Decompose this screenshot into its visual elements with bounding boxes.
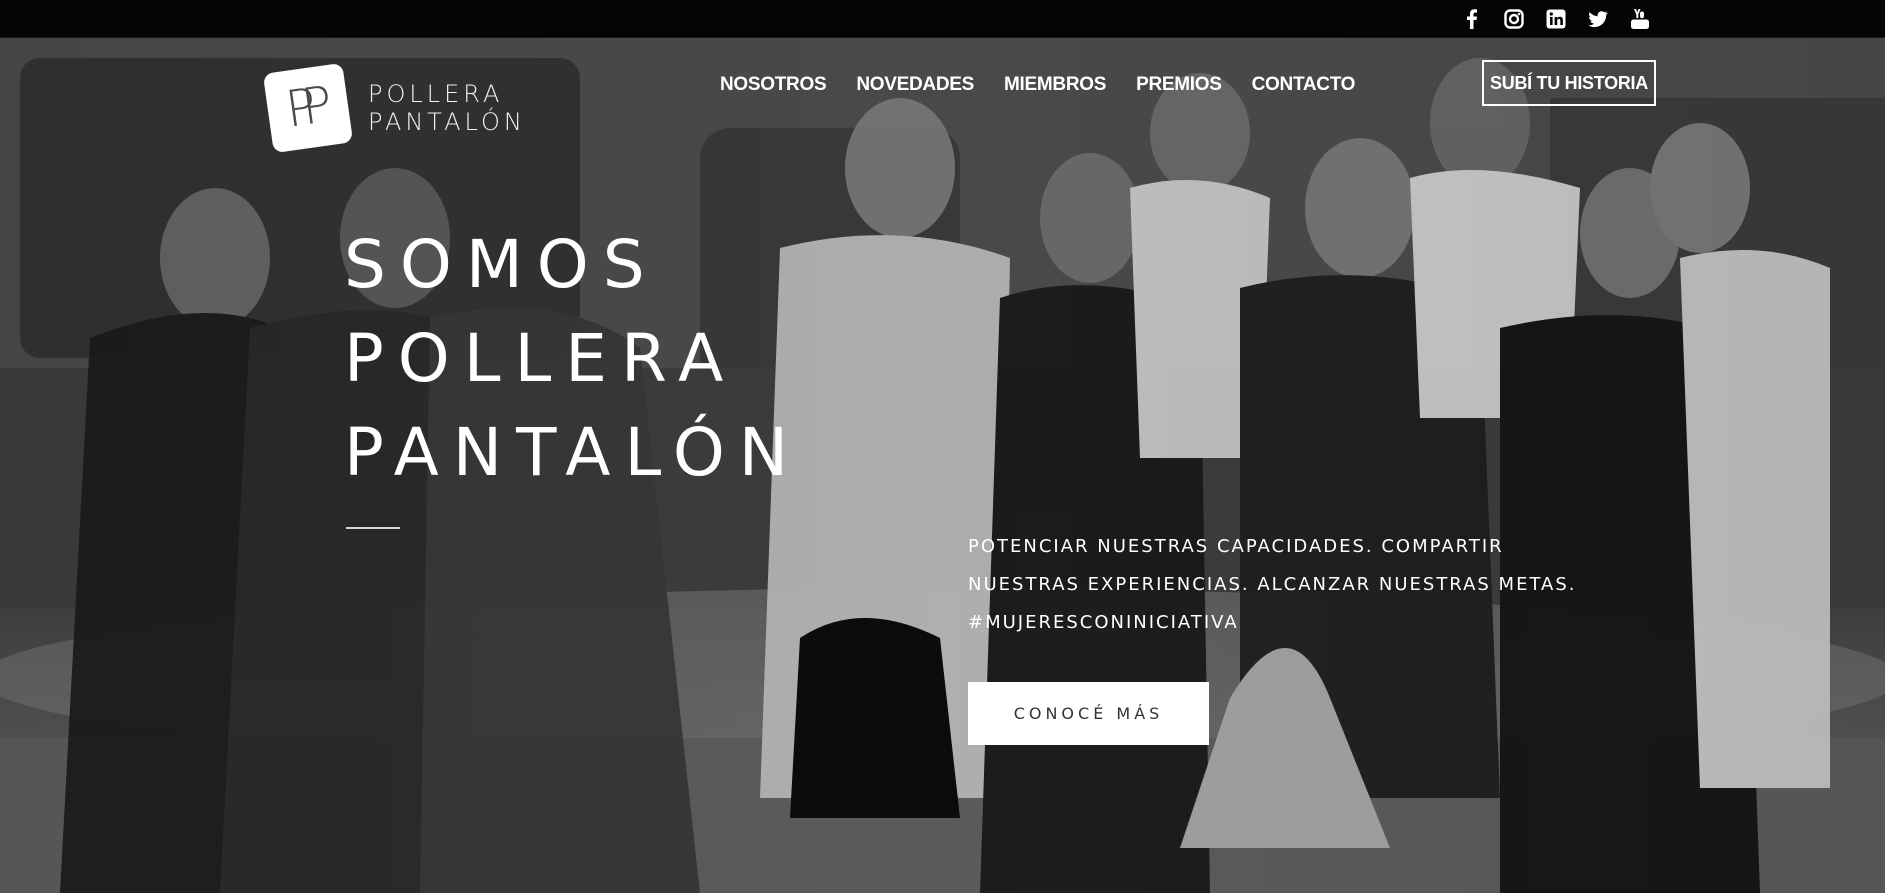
nav-item-miembros[interactable]: MIEMBROS	[1004, 74, 1106, 96]
hero-section: PP POLLERA PANTALÓN NOSOTROS NOVEDADES M…	[0, 38, 1885, 893]
linkedin-icon[interactable]	[1546, 9, 1566, 29]
headline-line-3: PANTALÓN	[344, 414, 803, 491]
main-nav: NOSOTROS NOVEDADES MIEMBROS PREMIOS CONT…	[720, 74, 1385, 96]
logo-line-2: PANTALÓN	[368, 108, 526, 136]
logo-mark-icon: PP	[262, 62, 354, 154]
twitter-icon[interactable]	[1588, 9, 1608, 29]
hero-headline: SOMOS POLLERA PANTALÓN	[344, 218, 802, 500]
facebook-icon[interactable]	[1462, 9, 1482, 29]
hero-overlay	[0, 38, 1885, 893]
nav-item-nosotros[interactable]: NOSOTROS	[720, 74, 827, 96]
headline-divider	[346, 527, 400, 529]
headline-line-1: SOMOS	[344, 226, 659, 303]
learn-more-button[interactable]: CONOCÉ MÁS	[968, 682, 1209, 745]
tagline-line-2: NUESTRAS EXPERIENCIAS. ALCANZAR NUESTRAS…	[968, 574, 1577, 595]
nav-item-novedades[interactable]: NOVEDADES	[856, 74, 974, 96]
logo-wordmark: POLLERA PANTALÓN	[368, 80, 526, 136]
social-bar	[0, 0, 1885, 38]
submit-story-button[interactable]: SUBÍ TU HISTORIA	[1482, 60, 1656, 106]
tagline-hashtag: #MUJERESCONINICIATIVA	[968, 612, 1239, 633]
nav-item-premios[interactable]: PREMIOS	[1136, 74, 1222, 96]
social-links	[1462, 9, 1672, 29]
hero-tagline: POTENCIAR NUESTRAS CAPACIDADES. COMPARTI…	[968, 528, 1577, 642]
instagram-icon[interactable]	[1504, 9, 1524, 29]
youtube-icon[interactable]	[1630, 9, 1650, 29]
site-logo[interactable]: PP POLLERA PANTALÓN	[262, 62, 526, 154]
headline-line-2: POLLERA	[344, 320, 738, 397]
logo-line-1: POLLERA	[368, 80, 504, 108]
tagline-line-1: POTENCIAR NUESTRAS CAPACIDADES. COMPARTI…	[968, 536, 1504, 557]
nav-item-contacto[interactable]: CONTACTO	[1252, 74, 1356, 96]
